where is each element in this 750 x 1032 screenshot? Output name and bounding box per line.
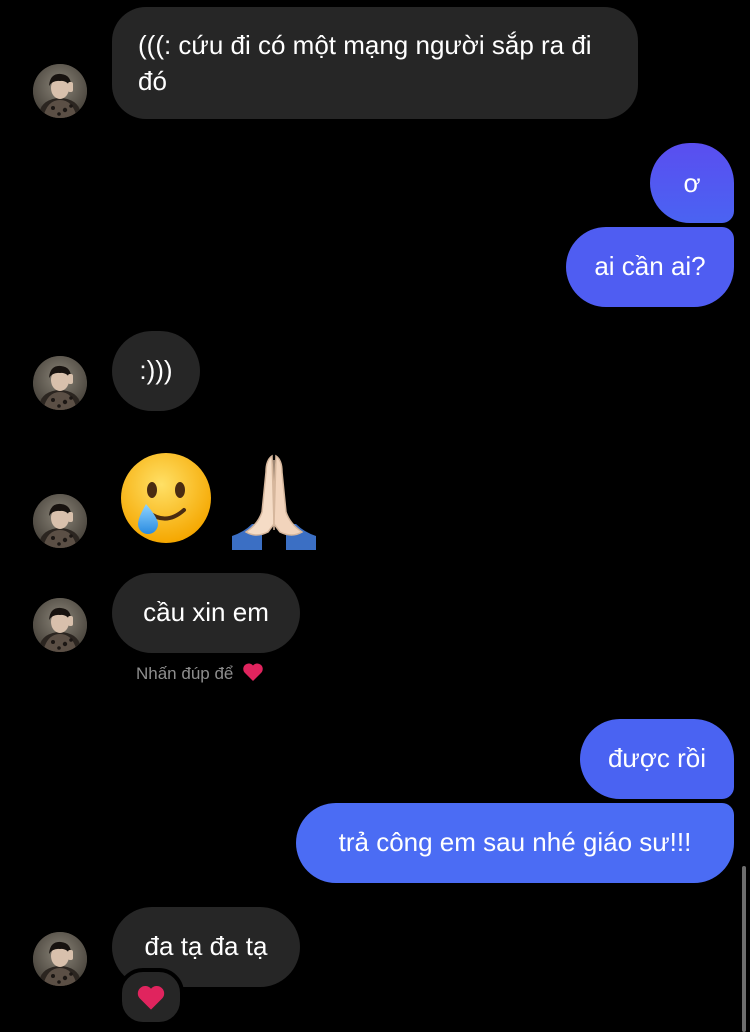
- message-reaction[interactable]: [118, 968, 184, 1026]
- message-text: trả công em sau nhé giáo sư!!!: [338, 827, 692, 857]
- received-message-bubble[interactable]: cầu xin em: [112, 573, 300, 653]
- message-text: được rồi: [607, 743, 707, 773]
- emoji-message[interactable]: [118, 452, 328, 550]
- contact-avatar[interactable]: [33, 494, 87, 548]
- sent-message-bubble[interactable]: trả công em sau nhé giáo sư!!!: [296, 803, 734, 883]
- praying-hands-emoji: [232, 454, 316, 550]
- double-tap-hint: Nhấn đúp để: [136, 662, 264, 684]
- heart-icon: [243, 663, 263, 681]
- message-text: ai cần ai?: [594, 251, 706, 281]
- message-text: (((: cứu đi có một mạng người sắp ra đi …: [138, 30, 592, 96]
- sent-message-bubble[interactable]: được rồi: [580, 719, 734, 799]
- crying-smile-emoji: [121, 453, 211, 543]
- contact-avatar[interactable]: [33, 356, 87, 410]
- received-message-bubble[interactable]: :))): [112, 331, 200, 411]
- message-text: :))): [139, 355, 173, 385]
- message-text: đa tạ đa tạ: [144, 931, 268, 961]
- message-text: ơ: [683, 168, 701, 198]
- message-text: cầu xin em: [143, 597, 269, 627]
- contact-avatar[interactable]: [33, 932, 87, 986]
- contact-avatar[interactable]: [33, 598, 87, 652]
- heart-icon: [137, 985, 165, 1010]
- sent-message-bubble[interactable]: ai cần ai?: [566, 227, 734, 307]
- received-message-bubble[interactable]: (((: cứu đi có một mạng người sắp ra đi …: [112, 7, 638, 119]
- hint-text: Nhấn đúp để: [136, 664, 234, 683]
- contact-avatar[interactable]: [33, 64, 87, 118]
- sent-message-bubble[interactable]: ơ: [650, 143, 734, 223]
- scrollbar[interactable]: [742, 866, 746, 1032]
